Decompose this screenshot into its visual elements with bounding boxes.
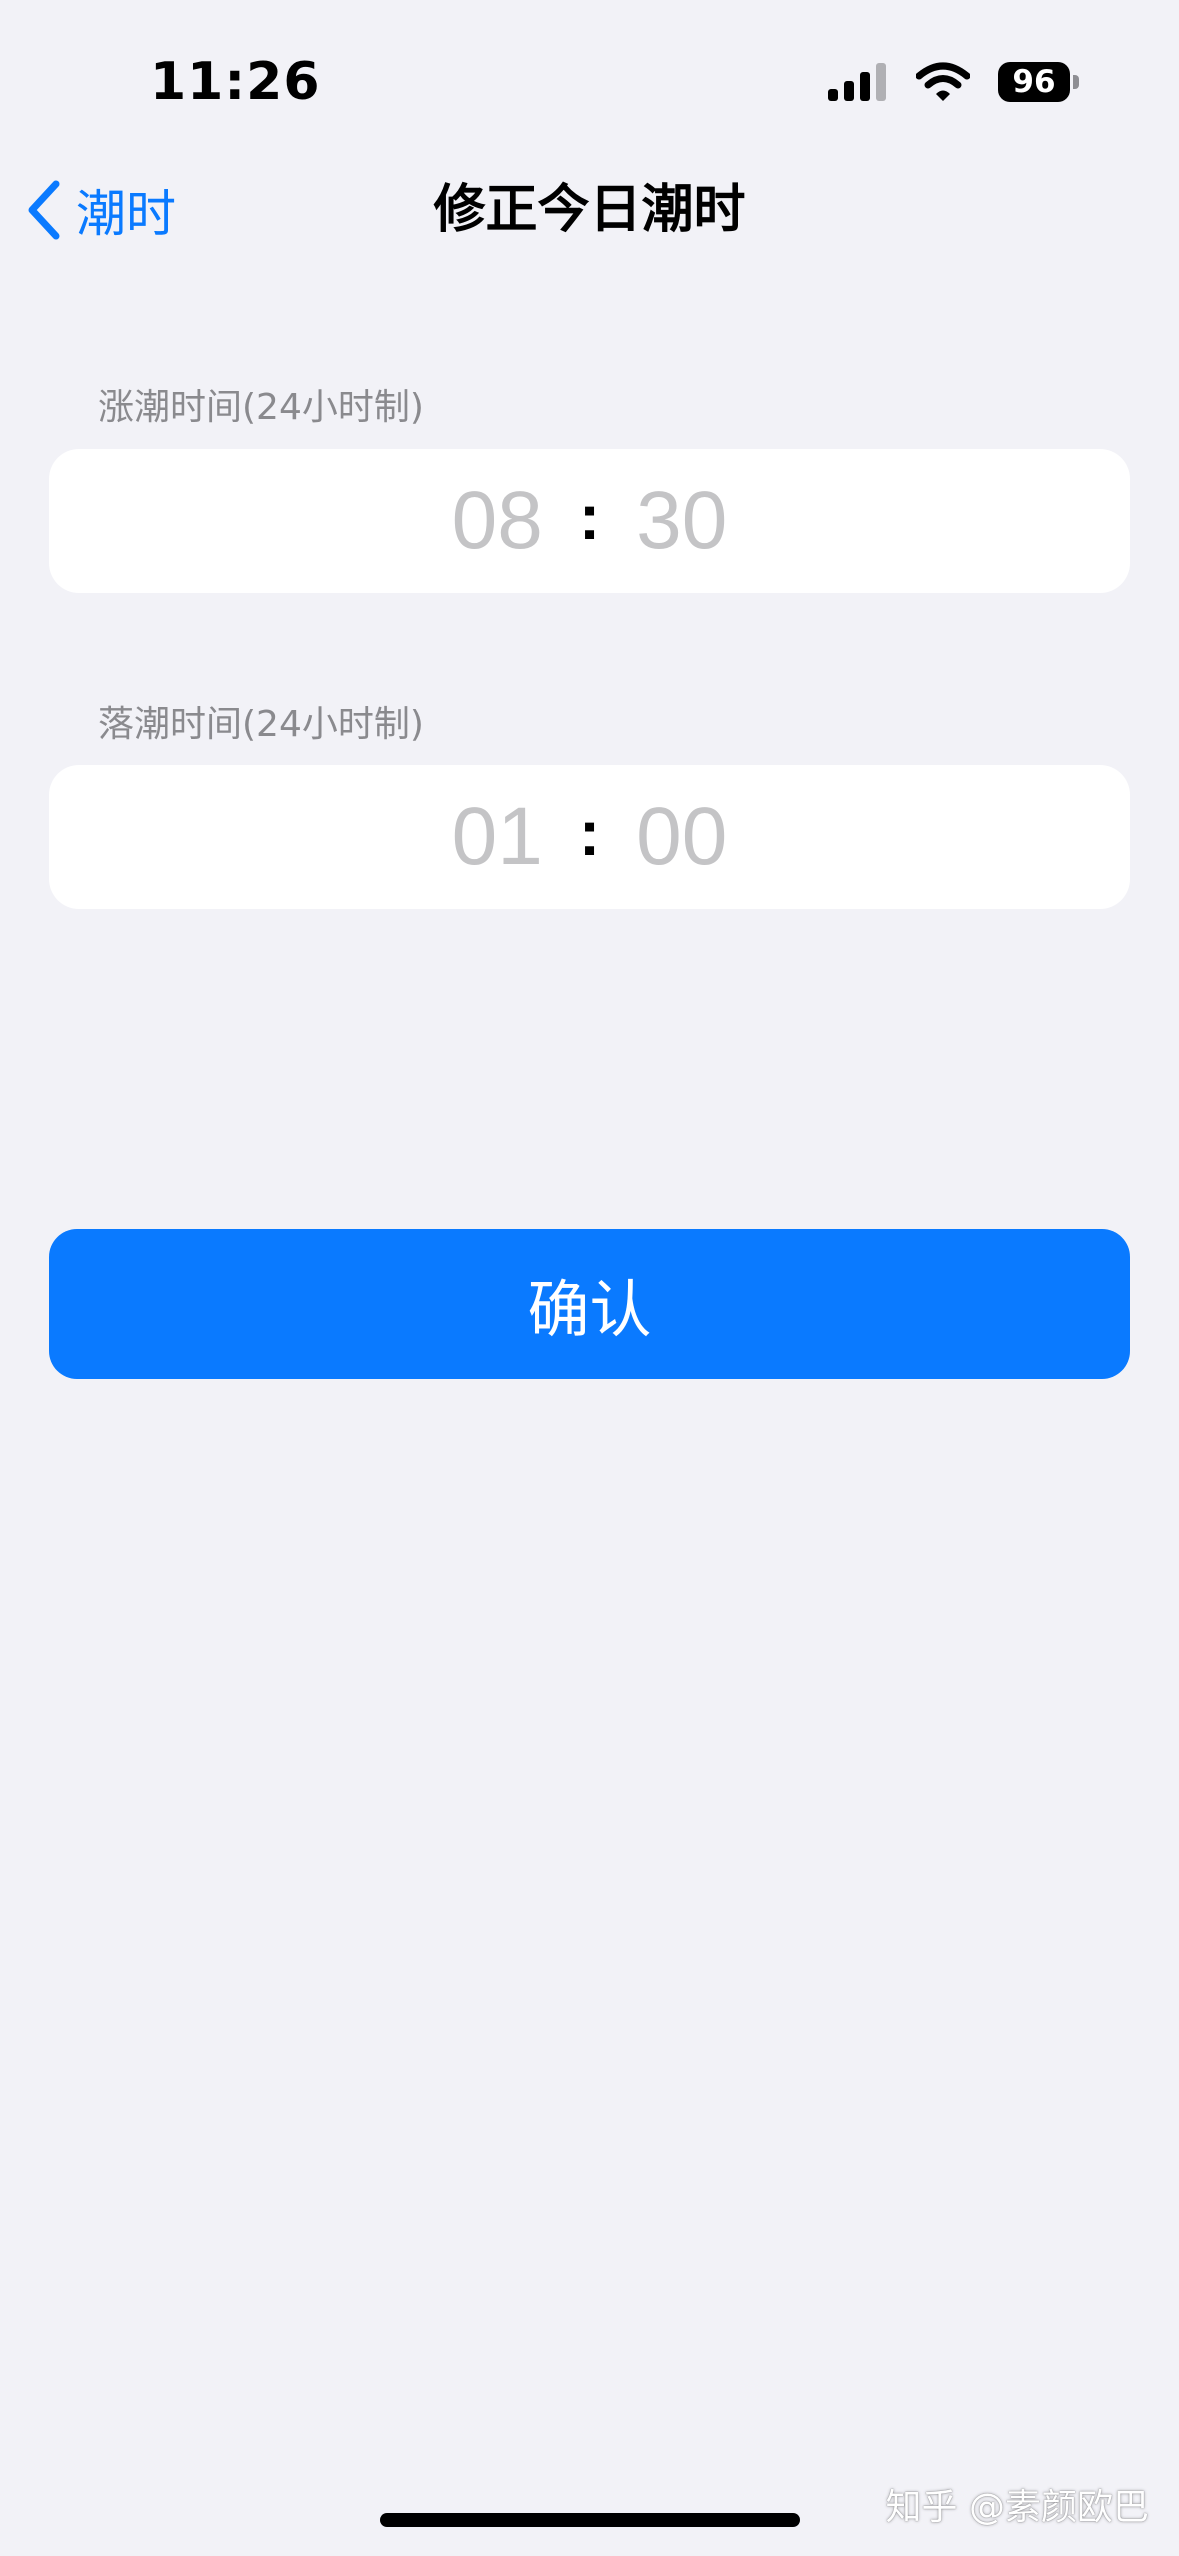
battery-icon: 96 [998, 62, 1079, 102]
high-tide-label: 涨潮时间(24小时制) [98, 387, 424, 428]
battery-tip [1073, 75, 1079, 89]
watermark: 知乎 @素颜欧巴 [885, 2487, 1149, 2528]
confirm-button[interactable]: 确认 [49, 1229, 1130, 1379]
wifi-icon [916, 62, 970, 101]
battery-level: 96 [998, 62, 1070, 102]
high-tide-hour[interactable]: 08 [452, 474, 543, 568]
low-tide-hour[interactable]: 01 [452, 790, 543, 884]
home-indicator[interactable] [380, 2513, 800, 2527]
high-tide-minute[interactable]: 30 [636, 474, 727, 568]
high-tide-time-picker[interactable]: 08 : 30 [49, 449, 1130, 593]
navigation-bar: 潮时 修正今日潮时 [0, 170, 1179, 250]
status-icons: 96 [828, 62, 1079, 102]
low-tide-time-picker[interactable]: 01 : 00 [49, 765, 1130, 909]
page-title: 修正今日潮时 [433, 180, 746, 240]
cellular-signal-icon [828, 63, 886, 101]
status-bar: 11:26 96 [0, 0, 1179, 170]
status-time: 11:26 [150, 52, 321, 112]
time-separator: : [578, 481, 601, 553]
low-tide-label: 落潮时间(24小时制) [98, 704, 424, 745]
time-separator: : [578, 797, 601, 869]
low-tide-minute[interactable]: 00 [636, 790, 727, 884]
